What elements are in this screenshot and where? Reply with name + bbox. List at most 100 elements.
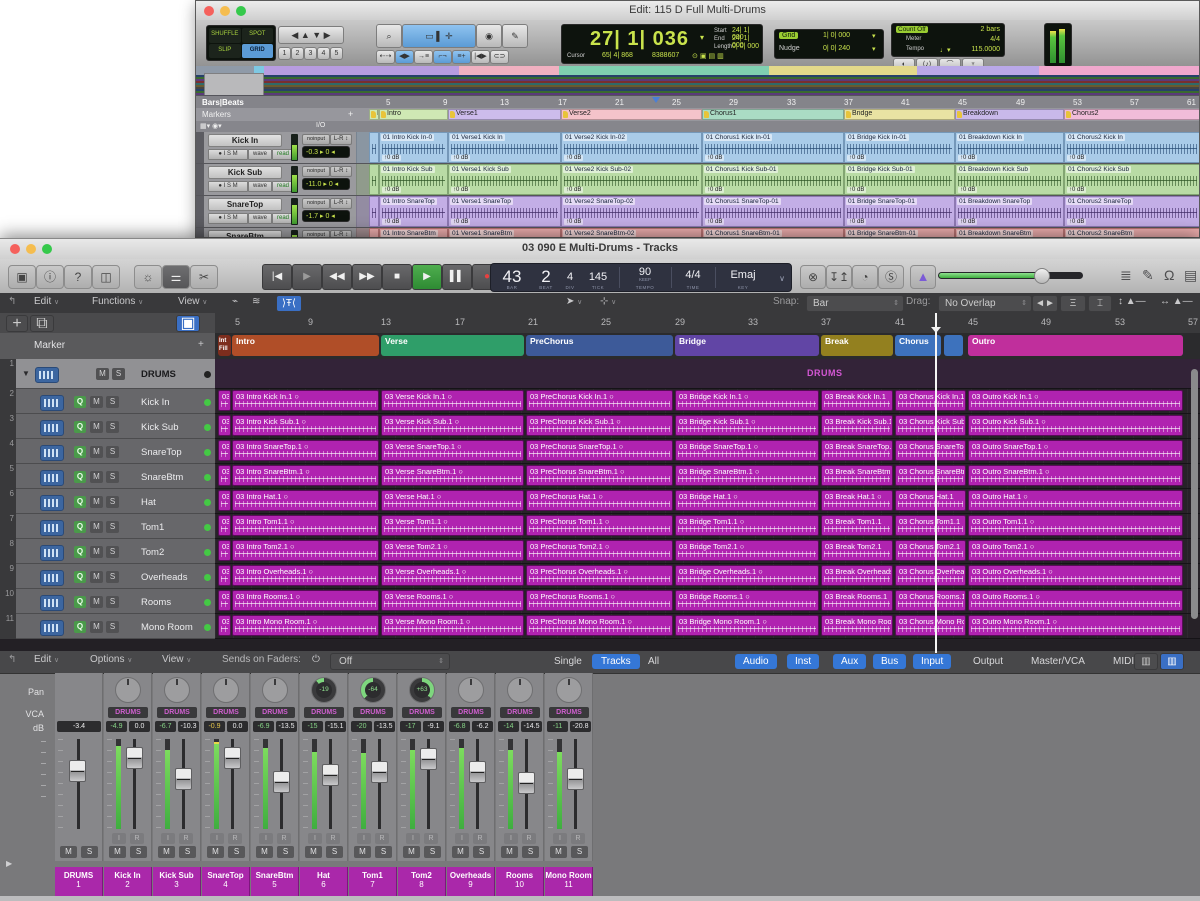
pt-region[interactable] <box>369 132 379 163</box>
record-enable-dot[interactable] <box>204 499 211 506</box>
lg-region[interactable]: 03 Break Tom1.1 <box>821 515 893 536</box>
pt-track-view-button[interactable]: wave <box>248 181 272 192</box>
pt-region[interactable]: 01 Breakdown Kick Sub↑0 dB <box>955 164 1064 195</box>
functions-menu[interactable]: Functions ∨ <box>92 296 143 307</box>
channel-name-plate[interactable]: Hat6 <box>300 867 348 897</box>
tab-transient-button[interactable]: ⌐¬ <box>433 50 452 64</box>
mute-button[interactable]: M <box>256 846 273 858</box>
pt-region[interactable]: 01 Verse2 Kick Sub-02↑0 dB <box>561 164 702 195</box>
lg-track-header-rooms[interactable]: QMSRooms <box>16 589 215 614</box>
mute-button[interactable]: M <box>452 846 469 858</box>
playhead-line[interactable] <box>935 313 937 653</box>
lg-region[interactable]: 03 Intro Overheads.1 ○ <box>232 565 379 586</box>
mute-button[interactable]: M <box>207 846 224 858</box>
lg-region[interactable]: 03 Outro SnareTop.1 ○ <box>968 440 1183 461</box>
note-pad-icon[interactable]: ✎ <box>1142 267 1154 284</box>
pan-knob[interactable] <box>213 677 239 703</box>
volume-readout[interactable]: -6.7 <box>155 721 176 732</box>
smart-tool-group[interactable]: ▭ ▌ ✛ <box>402 24 476 48</box>
vca-assignment[interactable]: DRUMS <box>157 707 197 718</box>
lg-region[interactable]: 03 Intro Tom2.1 ○ <box>232 540 379 561</box>
solo-button[interactable]: S <box>106 471 119 483</box>
record-arm-button[interactable]: R <box>228 833 242 844</box>
mixer-filter-audio[interactable]: Audio <box>735 654 777 669</box>
lg-track-header-snarebtm[interactable]: QMSSnareBtm <box>16 464 215 489</box>
lg-region[interactable]: 03 Break Rooms.1 <box>821 590 893 611</box>
pt-ism-buttons[interactable]: ● I S M <box>208 181 248 192</box>
zoom-preset-5[interactable]: 5 <box>330 47 343 60</box>
edit-mode-spot[interactable]: SPOT <box>242 28 274 43</box>
quantize-button[interactable]: Q <box>74 621 86 633</box>
pt-track-name[interactable]: Kick Sub <box>208 166 282 179</box>
lg-region[interactable]: 03 Chorus Hat.1 <box>895 490 966 511</box>
fader-cap[interactable] <box>69 760 86 782</box>
mixer-view-menu[interactable]: View ∨ <box>162 654 191 665</box>
fader-cap[interactable] <box>469 761 486 783</box>
lg-region[interactable]: 03 I <box>218 565 231 586</box>
pt-region[interactable]: 01 Breakdown SnareTop↑0 dB <box>955 196 1064 227</box>
pt-region[interactable]: 01 Bridge Kick Sub-01↑0 dB <box>844 164 955 195</box>
back-icon[interactable]: ↰ <box>8 654 16 665</box>
channel-strip-hat[interactable]: -19DRUMS-15-15.1IRMS <box>300 673 348 861</box>
link-edit-button[interactable]: ◀▶ <box>395 50 414 64</box>
play-from-selection-button[interactable]: ▶ <box>292 264 322 290</box>
lg-region[interactable]: 03 Bridge Kick Sub.1 ○ <box>675 415 819 436</box>
vertical-auto-zoom-button[interactable]: Ξ <box>1060 295 1086 312</box>
peak-readout[interactable]: -9.1 <box>423 721 444 732</box>
lg-region[interactable]: 03 I <box>218 390 231 411</box>
forward-button[interactable]: ▶▶ <box>352 264 382 290</box>
secondary-tool-menu[interactable]: ⊹ ∨ <box>600 296 616 307</box>
record-enable-dot[interactable] <box>204 524 211 531</box>
pt-region[interactable]: 01 Intro Kick In-0↑0 dB <box>379 132 448 163</box>
pt-track-header[interactable]: SnareBtm● I S MwavereadnoinputL-R ↕ <box>196 228 357 238</box>
lg-region[interactable]: 03 I <box>218 465 231 486</box>
peak-readout[interactable]: -10.3 <box>178 721 199 732</box>
peak-readout[interactable]: -20.8 <box>570 721 591 732</box>
fader-cap[interactable] <box>273 771 290 793</box>
vca-assignment[interactable]: DRUMS <box>304 707 344 718</box>
solo-button[interactable]: S <box>106 396 119 408</box>
mute-button[interactable]: M <box>550 846 567 858</box>
lg-region[interactable]: 03 Verse Overheads.1 ○ <box>381 565 524 586</box>
quantize-button[interactable]: Q <box>74 521 86 533</box>
pt-region[interactable]: 01 Intro SnareTop↑0 dB <box>379 196 448 227</box>
mixer-view-single[interactable]: Single <box>545 654 591 669</box>
duplicate-track-button[interactable]: ⧉ <box>30 315 54 332</box>
pt-region[interactable]: 01 Verse1 Kick In↑0 dB <box>448 132 561 163</box>
input-monitor-button[interactable]: I <box>112 833 126 844</box>
lg-track-header-hat[interactable]: QMSHat <box>16 489 215 514</box>
lg-region[interactable]: 03 Break Kick In.1 <box>821 390 893 411</box>
mute-button[interactable]: M <box>501 846 518 858</box>
fader-cap[interactable] <box>224 747 241 769</box>
mute-button[interactable]: M <box>60 846 77 858</box>
lg-region[interactable]: 03 Chorus SnareTop.1 <box>895 440 966 461</box>
list-editors-icon[interactable]: ≣ <box>1120 267 1132 284</box>
lg-region[interactable]: 03 PreChorus Kick In.1 ○ <box>526 390 673 411</box>
input-monitor-button[interactable]: I <box>406 833 420 844</box>
solo-button[interactable]: S <box>130 846 147 858</box>
lg-region[interactable]: 03 Bridge Tom2.1 ○ <box>675 540 819 561</box>
lg-region[interactable]: 03 Bridge Kick In.1 ○ <box>675 390 819 411</box>
pt-marker-verse1[interactable]: Verse1 <box>448 109 561 120</box>
pt-ism-buttons[interactable]: ● I S M <box>208 213 248 224</box>
counter-mini-icons[interactable]: ⊙▣▤▥ <box>692 52 726 60</box>
pt-region[interactable]: 01 Bridge SnareBtm-01↑0 dB <box>844 228 955 238</box>
lg-region[interactable]: 03 Chorus SnareBtm.1 <box>895 465 966 486</box>
pt-region[interactable]: 01 Verse1 Kick Sub↑0 dB <box>448 164 561 195</box>
channel-name-plate[interactable]: Overheads9 <box>447 867 495 897</box>
record-arm-button[interactable]: R <box>522 833 536 844</box>
lg-region[interactable]: 03 Verse Tom1.1 ○ <box>381 515 524 536</box>
pt-output-selector[interactable]: L-R ↕ <box>330 198 352 209</box>
lg-region[interactable]: 03 Verse Tom2.1 ○ <box>381 540 524 561</box>
automation-follows-button[interactable]: |◀▶ <box>471 50 490 64</box>
channel-strip-snarebtm[interactable]: DRUMS-6.9-13.5IRMS <box>251 673 299 861</box>
vca-assignment[interactable]: DRUMS <box>353 707 393 718</box>
mute-button[interactable]: M <box>90 571 103 583</box>
lg-region[interactable]: 03 PreChorus Rooms.1 ○ <box>526 590 673 611</box>
pt-region[interactable]: 01 Intro SnareBtm↑0 dB <box>379 228 448 238</box>
record-enable-dot[interactable] <box>204 424 211 431</box>
length-value[interactable]: 0| 0| 000 <box>732 43 759 50</box>
vca-assignment[interactable]: DRUMS <box>549 707 589 718</box>
solo-button[interactable]: S <box>375 846 392 858</box>
record-arm-button[interactable]: R <box>571 833 585 844</box>
